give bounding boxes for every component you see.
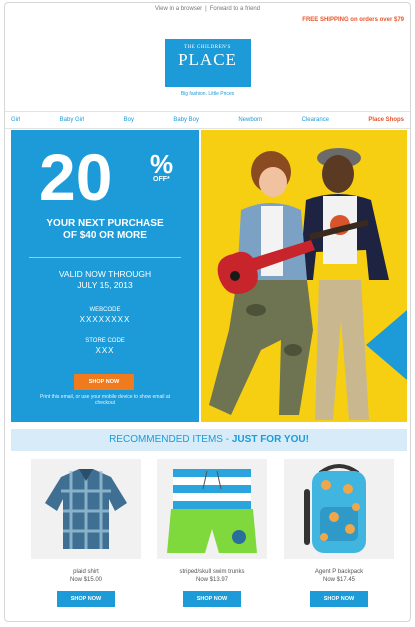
product-card[interactable]: plaid shirt Now $15.00 SHOP NOW bbox=[31, 459, 141, 607]
backpack-icon bbox=[304, 464, 366, 553]
free-shipping-banner[interactable]: FREE SHIPPING on orders over $79 bbox=[302, 17, 404, 23]
view-in-browser-link[interactable]: View in a browser bbox=[155, 6, 202, 12]
product-price: Now $17.45 bbox=[322, 577, 356, 583]
plaid-shirt-icon bbox=[45, 469, 127, 549]
tagline: Big fashion. Little Prices bbox=[180, 91, 235, 97]
percent-symbol: % bbox=[150, 149, 174, 179]
hero-photo[interactable] bbox=[201, 130, 407, 422]
storecode-label: STORE CODE bbox=[85, 338, 125, 344]
validity: VALID NOW THROUGH JULY 15, 2013 bbox=[11, 269, 199, 291]
nav-item-baby-girl[interactable]: Baby Girl bbox=[60, 117, 85, 123]
off-label: OFF* bbox=[153, 176, 170, 183]
recommended-label: RECOMMENDED ITEMS - bbox=[109, 434, 232, 445]
valid-line-1: VALID NOW THROUGH bbox=[58, 269, 152, 279]
valid-line-2: JULY 15, 2013 bbox=[77, 280, 133, 290]
shop-now-button[interactable]: SHOP NOW bbox=[74, 374, 134, 390]
purchase-condition: YOUR NEXT PURCHASE OF $40 OR MORE bbox=[11, 218, 199, 242]
product-name: Agent P backpack bbox=[314, 569, 364, 575]
product-card[interactable]: Agent P backpack Now $17.45 SHOP NOW bbox=[284, 459, 394, 607]
nav-item-baby-boy[interactable]: Baby Boy bbox=[173, 117, 199, 123]
storecode-value: XXX bbox=[95, 346, 115, 355]
nav-item-clearance[interactable]: Clearance bbox=[302, 117, 329, 123]
product-shop-now-button[interactable]: SHOP NOW bbox=[183, 591, 241, 607]
nav-item-girl[interactable]: Girl bbox=[11, 117, 20, 123]
hero-banner: 20 % OFF* YOUR NEXT PURCHASE OF $40 OR M… bbox=[11, 130, 407, 422]
nav-item-boy[interactable]: Boy bbox=[124, 117, 134, 123]
product-grid: plaid shirt Now $15.00 SHOP NOW striped/ bbox=[11, 459, 407, 619]
offer-panel: 20 % OFF* YOUR NEXT PURCHASE OF $40 OR M… bbox=[11, 130, 199, 422]
product-image[interactable] bbox=[284, 459, 394, 559]
nav-item-newborn[interactable]: Newborn bbox=[238, 117, 262, 123]
divider bbox=[29, 257, 181, 258]
product-name: plaid shirt bbox=[73, 569, 99, 575]
forward-to-friend-link[interactable]: Forward to a friend bbox=[210, 6, 260, 12]
top-bar: View in a browser | Forward to a friend FR… bbox=[154, 6, 404, 23]
logo-line2: PLACE bbox=[178, 50, 237, 69]
kids-guitar-illustration bbox=[201, 130, 407, 422]
recommended-emphasis: JUST FOR YOU! bbox=[231, 434, 309, 445]
purchase-line-1: YOUR NEXT PURCHASE bbox=[46, 218, 164, 229]
webcode-label: WEBCODE bbox=[89, 307, 121, 313]
product-shop-now-button[interactable]: SHOP NOW bbox=[310, 591, 368, 607]
recommended-header: RECOMMENDED ITEMS - JUST FOR YOU! bbox=[11, 429, 407, 451]
product-price: Now $13.97 bbox=[195, 577, 229, 583]
product-name: striped/skull swim trunks bbox=[179, 569, 245, 575]
product-card[interactable]: striped/skull swim trunks Now $13.97 SHO… bbox=[157, 459, 267, 607]
brand-logo[interactable]: THE CHILDREN'S PLACE bbox=[164, 39, 251, 87]
nav-item-place-shops[interactable]: Place Shops bbox=[368, 117, 404, 123]
product-price: Now $15.00 bbox=[69, 577, 103, 583]
fine-print: Print this email, or use your mobile dev… bbox=[39, 394, 171, 406]
purchase-line-2: OF $40 OR MORE bbox=[63, 230, 147, 241]
header: THE CHILDREN'S PLACE Big fashion. Little… bbox=[5, 39, 410, 97]
swim-trunks-icon bbox=[167, 469, 257, 553]
webcode-value: XXXXXXXX bbox=[79, 315, 131, 324]
discount-number: 20 bbox=[39, 140, 113, 214]
product-shop-now-button[interactable]: SHOP NOW bbox=[57, 591, 115, 607]
product-image[interactable] bbox=[157, 459, 267, 559]
email-frame: View in a browser | Forward to a friend FR… bbox=[4, 2, 411, 622]
category-nav: Girl Baby Girl Boy Baby Boy Newborn Clea… bbox=[5, 111, 410, 129]
product-image[interactable] bbox=[31, 459, 141, 559]
